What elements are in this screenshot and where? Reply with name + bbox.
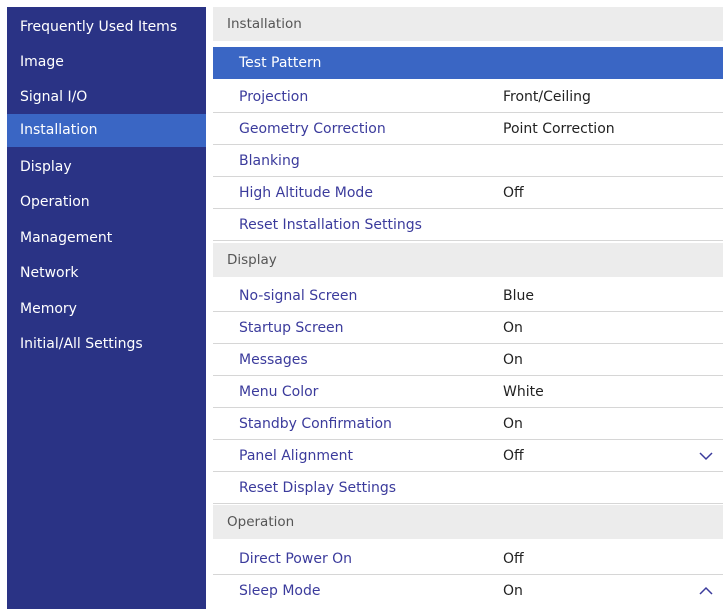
category-sidebar: Frequently Used Items Image Signal I/O I… (7, 7, 206, 609)
setting-value: Blue (503, 288, 534, 304)
setting-row-high-altitude-mode[interactable]: High Altitude Mode Off (213, 177, 723, 209)
sidebar-item-signal-io[interactable]: Signal I/O (7, 81, 206, 114)
sidebar-item-label: Installation (20, 122, 98, 138)
sidebar-item-memory[interactable]: Memory (7, 293, 206, 326)
chevron-down-icon[interactable] (699, 449, 713, 463)
sidebar-item-image[interactable]: Image (7, 46, 206, 79)
setting-value: On (503, 320, 523, 336)
sidebar-item-installation[interactable]: Installation (7, 114, 206, 147)
setting-row-reset-display-settings[interactable]: Reset Display Settings (213, 472, 723, 504)
chevron-up-icon[interactable] (699, 584, 713, 598)
section-header-display: Display (213, 243, 723, 277)
setting-label: Panel Alignment (239, 448, 353, 464)
setting-row-startup-screen[interactable]: Startup Screen On (213, 312, 723, 344)
sidebar-item-management[interactable]: Management (7, 222, 206, 255)
setting-row-no-signal-screen[interactable]: No-signal Screen Blue (213, 280, 723, 312)
sidebar-item-label: Display (20, 159, 72, 175)
setting-label: No-signal Screen (239, 288, 358, 304)
sidebar-item-display[interactable]: Display (7, 151, 206, 184)
setting-label: Direct Power On (239, 551, 353, 567)
setting-row-reset-installation-settings[interactable]: Reset Installation Settings (213, 209, 723, 241)
sidebar-item-label: Management (20, 230, 113, 246)
setting-row-geometry-correction[interactable]: Geometry Correction Point Correction (213, 113, 723, 145)
setting-label: Test Pattern (239, 55, 322, 71)
sidebar-item-label: Initial/All Settings (20, 336, 143, 352)
settings-panel: Installation Test Pattern Projection Fro… (213, 7, 723, 609)
setting-row-projection[interactable]: Projection Front/Ceiling (213, 81, 723, 113)
setting-row-blanking[interactable]: Blanking (213, 145, 723, 177)
setting-row-sleep-mode[interactable]: Sleep Mode On (213, 575, 723, 607)
setting-value: Off (503, 185, 524, 201)
sidebar-item-label: Signal I/O (20, 89, 88, 105)
sidebar-item-label: Memory (20, 301, 77, 317)
setting-value: On (503, 583, 523, 599)
setting-row-panel-alignment[interactable]: Panel Alignment Off (213, 440, 723, 472)
setting-row-test-pattern[interactable]: Test Pattern (213, 47, 723, 79)
sidebar-item-label: Frequently Used Items (20, 19, 178, 35)
sidebar-item-initial-all-settings[interactable]: Initial/All Settings (7, 328, 206, 361)
setting-value: Point Correction (503, 121, 615, 137)
sidebar-item-network[interactable]: Network (7, 257, 206, 290)
setting-value: Off (503, 551, 524, 567)
setting-label: Projection (239, 89, 309, 105)
section-header-installation: Installation (213, 7, 723, 41)
sidebar-item-operation[interactable]: Operation (7, 186, 206, 219)
setting-label: Menu Color (239, 384, 319, 400)
sidebar-item-label: Operation (20, 194, 90, 210)
setting-label: Messages (239, 352, 308, 368)
setting-label: Geometry Correction (239, 121, 386, 137)
setting-label: Sleep Mode (239, 583, 321, 599)
setting-label: High Altitude Mode (239, 185, 373, 201)
setting-value: Front/Ceiling (503, 89, 591, 105)
setting-row-messages[interactable]: Messages On (213, 344, 723, 376)
setting-row-direct-power-on[interactable]: Direct Power On Off (213, 543, 723, 575)
sidebar-item-frequently-used-items[interactable]: Frequently Used Items (7, 11, 206, 44)
sidebar-item-label: Network (20, 265, 79, 281)
sidebar-item-label: Image (20, 54, 64, 70)
setting-value: White (503, 384, 544, 400)
section-header-operation: Operation (213, 505, 723, 539)
setting-label: Reset Display Settings (239, 480, 397, 496)
setting-label: Reset Installation Settings (239, 217, 422, 233)
setting-row-standby-confirmation[interactable]: Standby Confirmation On (213, 408, 723, 440)
setting-label: Startup Screen (239, 320, 344, 336)
setting-row-menu-color[interactable]: Menu Color White (213, 376, 723, 408)
setting-value: On (503, 416, 523, 432)
setting-value: On (503, 352, 523, 368)
projector-menu: Frequently Used Items Image Signal I/O I… (0, 0, 723, 609)
setting-value: Off (503, 448, 524, 464)
setting-label: Standby Confirmation (239, 416, 392, 432)
setting-label: Blanking (239, 153, 300, 169)
